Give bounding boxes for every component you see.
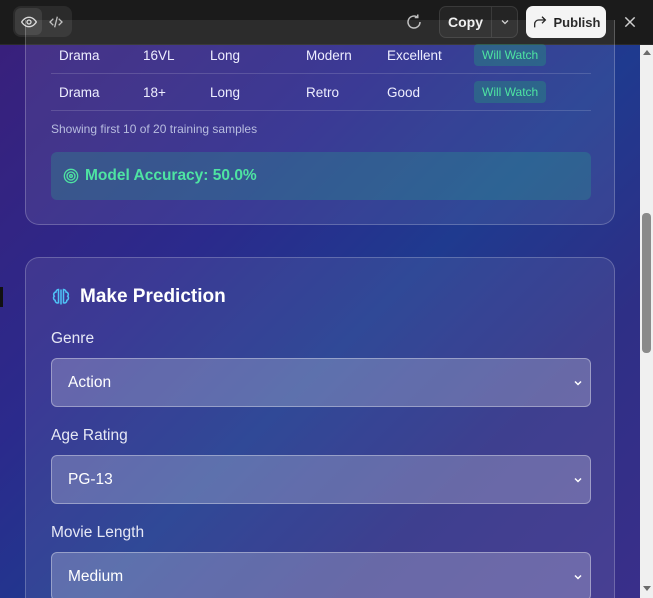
scrollbar-thumb[interactable] — [642, 213, 651, 353]
movie-length-label: Movie Length — [51, 524, 145, 541]
training-data-card: Drama 16VL Long Modern Excellent Will Wa… — [25, 20, 615, 225]
close-icon — [624, 16, 636, 28]
age-rating-select[interactable]: PG-13 — [51, 455, 591, 504]
cell-style: Modern — [306, 48, 352, 63]
table-row: Drama 18+ Long Retro Good Will Watch — [51, 74, 591, 111]
chevron-down-icon — [574, 380, 582, 386]
cell-age-rating: 16VL — [143, 48, 175, 63]
section-title-text: Make Prediction — [80, 286, 226, 307]
status-badge: Will Watch — [474, 81, 547, 103]
table-row: Drama 16VL Long Modern Excellent Will Wa… — [51, 37, 591, 74]
genre-label: Genre — [51, 330, 95, 347]
cell-genre: Drama — [59, 85, 100, 100]
cell-reviews: Good — [387, 85, 421, 100]
make-prediction-card: Make Prediction Genre Action Age Rating … — [25, 257, 615, 598]
cell-length: Long — [210, 48, 241, 63]
genre-select[interactable]: Action — [51, 358, 591, 407]
cell-age-rating: 18+ — [143, 85, 166, 100]
cell-reviews: Excellent — [387, 48, 442, 63]
model-accuracy-banner: Model Accuracy: 50.0% — [51, 152, 591, 200]
samples-note: Showing first 10 of 20 training samples — [51, 122, 258, 136]
close-button[interactable] — [620, 12, 640, 32]
cell-length: Long — [210, 85, 241, 100]
scroll-up-arrow-icon[interactable] — [643, 50, 651, 55]
age-rating-select-value: PG-13 — [68, 470, 113, 488]
movie-length-select-value: Medium — [68, 567, 124, 585]
target-icon — [63, 168, 79, 184]
cell-genre: Drama — [59, 48, 100, 63]
chevron-down-icon — [574, 574, 582, 580]
section-title: Make Prediction — [51, 286, 226, 308]
movie-length-select[interactable]: Medium — [51, 552, 591, 598]
age-rating-label: Age Rating — [51, 427, 128, 444]
chevron-down-icon — [574, 477, 582, 483]
accuracy-text: Model Accuracy: 50.0% — [85, 167, 257, 184]
scroll-down-arrow-icon[interactable] — [643, 586, 651, 591]
genre-select-value: Action — [68, 373, 112, 391]
brain-icon — [52, 288, 70, 305]
left-edge-marker — [0, 287, 3, 307]
status-badge: Will Watch — [474, 44, 547, 66]
cell-style: Retro — [306, 85, 340, 100]
